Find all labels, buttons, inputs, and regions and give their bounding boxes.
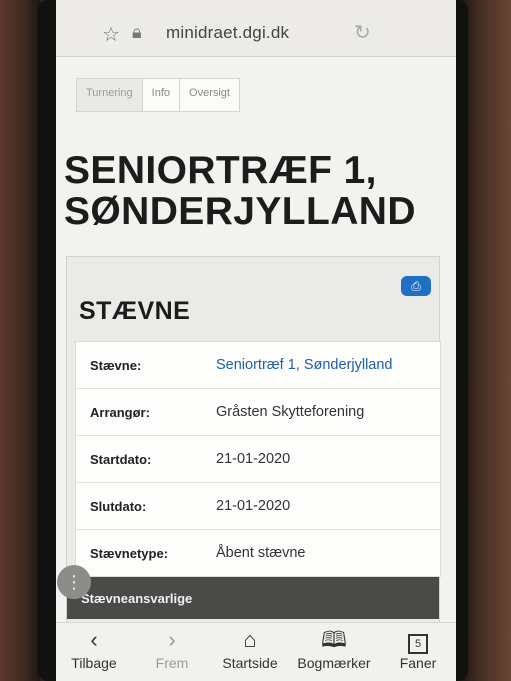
tab-info[interactable]: Info bbox=[143, 79, 181, 111]
back-label: Tilbage bbox=[71, 655, 117, 671]
event-card: ⎙ STÆVNE Stævne: Seniortræf 1, Sønderjyl… bbox=[57, 256, 441, 638]
bookmarks-label: Bogmærker bbox=[297, 655, 371, 671]
background-left bbox=[0, 0, 40, 681]
tabs-button[interactable]: 5 Faner bbox=[380, 627, 456, 671]
row-label: Arrangør: bbox=[90, 405, 150, 420]
browser-toolbar: ‹ Tilbage › Frem ⌂ Startside 🕮︎ Bogmærke… bbox=[56, 622, 456, 681]
forward-label: Frem bbox=[155, 655, 189, 671]
row-label: Slutdato: bbox=[90, 499, 147, 514]
page-title-line1: SENIORTRÆF 1, bbox=[64, 149, 377, 192]
home-button[interactable]: ⌂ Startside bbox=[212, 627, 288, 671]
chevron-right-icon: › bbox=[168, 627, 176, 652]
card-title: STÆVNE bbox=[79, 297, 191, 325]
section-header-label: Stævneansvarlige bbox=[81, 591, 193, 606]
row-label: Stævne: bbox=[90, 358, 142, 373]
print-button[interactable]: ⎙ bbox=[401, 276, 431, 296]
bookmarks-button[interactable]: 🕮︎ Bogmærker bbox=[296, 627, 372, 671]
event-info-table: Stævne: Seniortræf 1, Sønderjylland Arra… bbox=[75, 341, 441, 577]
tab-count: 5 bbox=[408, 634, 428, 654]
tab-oversigt[interactable]: Oversigt bbox=[180, 79, 239, 111]
forward-button[interactable]: › Frem bbox=[134, 627, 210, 671]
table-row: Startdato: 21-01-2020 bbox=[76, 436, 440, 483]
bookmark-star-icon[interactable]: ☆ bbox=[102, 22, 120, 47]
lock-icon: 🔒︎ bbox=[132, 22, 142, 42]
tabs-label: Faner bbox=[399, 655, 437, 671]
page-title: SENIORTRÆF 1, SØNDERJYLLAND bbox=[64, 150, 456, 232]
reload-icon[interactable]: ↻ bbox=[354, 20, 371, 45]
chevron-left-icon: ‹ bbox=[90, 627, 98, 652]
page-tabs: Turnering Info Oversigt bbox=[76, 78, 240, 112]
more-options-button[interactable]: ⋮ bbox=[57, 565, 91, 599]
table-row: Stævne: Seniortræf 1, Sønderjylland bbox=[76, 342, 440, 389]
row-label: Startdato: bbox=[90, 452, 152, 467]
browser-screen: ☆ 🔒︎ minidraet.dgi.dk ↻ Turnering Info O… bbox=[56, 0, 456, 681]
tabs-icon: 5 bbox=[380, 627, 456, 654]
background-right bbox=[461, 0, 511, 681]
table-row: Stævnetype: Åbent stævne bbox=[76, 530, 440, 576]
row-label: Stævnetype: bbox=[90, 546, 169, 561]
page-title-line2: SØNDERJYLLAND bbox=[64, 190, 416, 233]
tab-turnering[interactable]: Turnering bbox=[77, 79, 143, 111]
printer-icon: ⎙ bbox=[411, 279, 421, 293]
row-value: Åbent stævne bbox=[216, 545, 306, 561]
address-bar[interactable]: ☆ 🔒︎ minidraet.dgi.dk ↻ bbox=[56, 0, 456, 57]
url-text[interactable]: minidraet.dgi.dk bbox=[166, 23, 289, 43]
organizers-section-header[interactable]: Stævneansvarlige bbox=[67, 577, 439, 619]
table-row: Slutdato: 21-01-2020 bbox=[76, 483, 440, 530]
back-button[interactable]: ‹ Tilbage bbox=[56, 627, 132, 671]
home-icon: ⌂ bbox=[243, 627, 257, 652]
home-label: Startside bbox=[222, 655, 278, 671]
event-name-link[interactable]: Seniortræf 1, Sønderjylland bbox=[216, 357, 393, 373]
row-value: Gråsten Skytteforening bbox=[216, 404, 365, 420]
table-row: Arrangør: Gråsten Skytteforening bbox=[76, 389, 440, 436]
row-value: 21-01-2020 bbox=[216, 451, 291, 467]
row-value: 21-01-2020 bbox=[216, 498, 291, 514]
vertical-dots-icon: ⋮ bbox=[65, 572, 83, 592]
bookmarks-icon: 🕮︎ bbox=[321, 627, 347, 652]
